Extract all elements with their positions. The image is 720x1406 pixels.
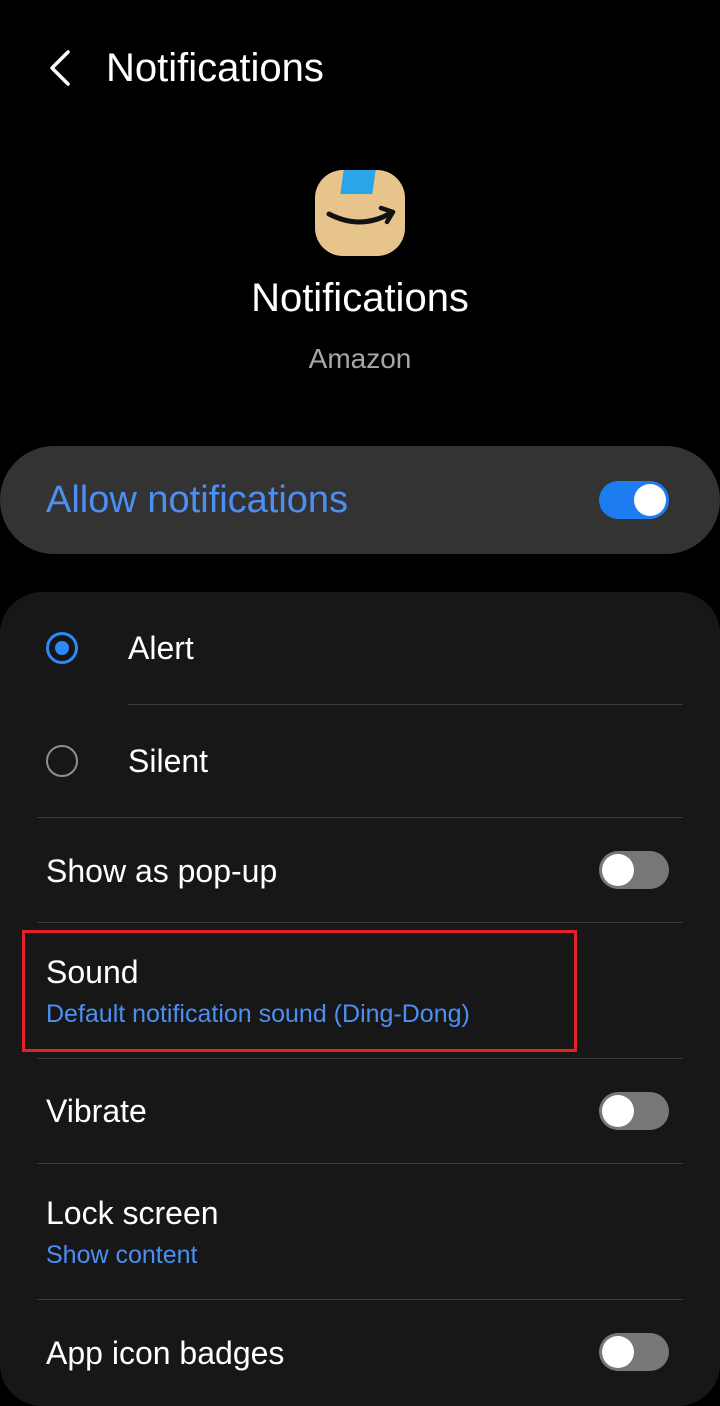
vibrate-toggle[interactable] (599, 1092, 669, 1130)
allow-notifications-toggle[interactable] (599, 481, 669, 519)
top-app-bar: Notifications (0, 0, 720, 140)
alert-option[interactable]: Alert (0, 592, 720, 704)
back-arrow-icon (50, 50, 70, 86)
sound-highlight-box (22, 930, 577, 1052)
allow-notifications-label: Allow notifications (46, 479, 349, 521)
silent-radio[interactable] (46, 745, 78, 777)
page-title: Notifications (106, 46, 324, 90)
show-popup-toggle[interactable] (599, 851, 669, 889)
alert-label: Alert (128, 630, 194, 666)
app-icon-badges-row[interactable]: App icon badges (0, 1300, 720, 1406)
lock-screen-label: Lock screen (46, 1195, 219, 1231)
app-name: Amazon (308, 343, 412, 374)
lock-screen-value: Show content (46, 1241, 198, 1269)
amazon-app-icon (315, 170, 405, 256)
smile-icon (326, 205, 396, 225)
allow-notifications-row[interactable]: Allow notifications (0, 446, 720, 554)
toggle-knob (634, 484, 666, 516)
silent-option[interactable]: Silent (0, 705, 720, 817)
toggle-knob (602, 854, 634, 886)
alert-radio[interactable] (46, 632, 78, 664)
show-popup-row[interactable]: Show as pop-up (0, 818, 720, 922)
app-icon-badges-toggle[interactable] (599, 1333, 669, 1371)
back-button[interactable] (38, 44, 82, 92)
silent-label: Silent (128, 743, 209, 779)
lock-screen-row[interactable]: Lock screen Show content (0, 1164, 720, 1299)
toggle-knob (602, 1336, 634, 1368)
app-header: Notifications Amazon (0, 170, 720, 390)
show-popup-label: Show as pop-up (46, 853, 278, 889)
vibrate-label: Vibrate (46, 1093, 147, 1129)
app-notifications-title: Notifications (251, 276, 469, 320)
app-icon-badges-label: App icon badges (46, 1335, 285, 1371)
toggle-knob (602, 1095, 634, 1127)
vibrate-row[interactable]: Vibrate (0, 1059, 720, 1163)
